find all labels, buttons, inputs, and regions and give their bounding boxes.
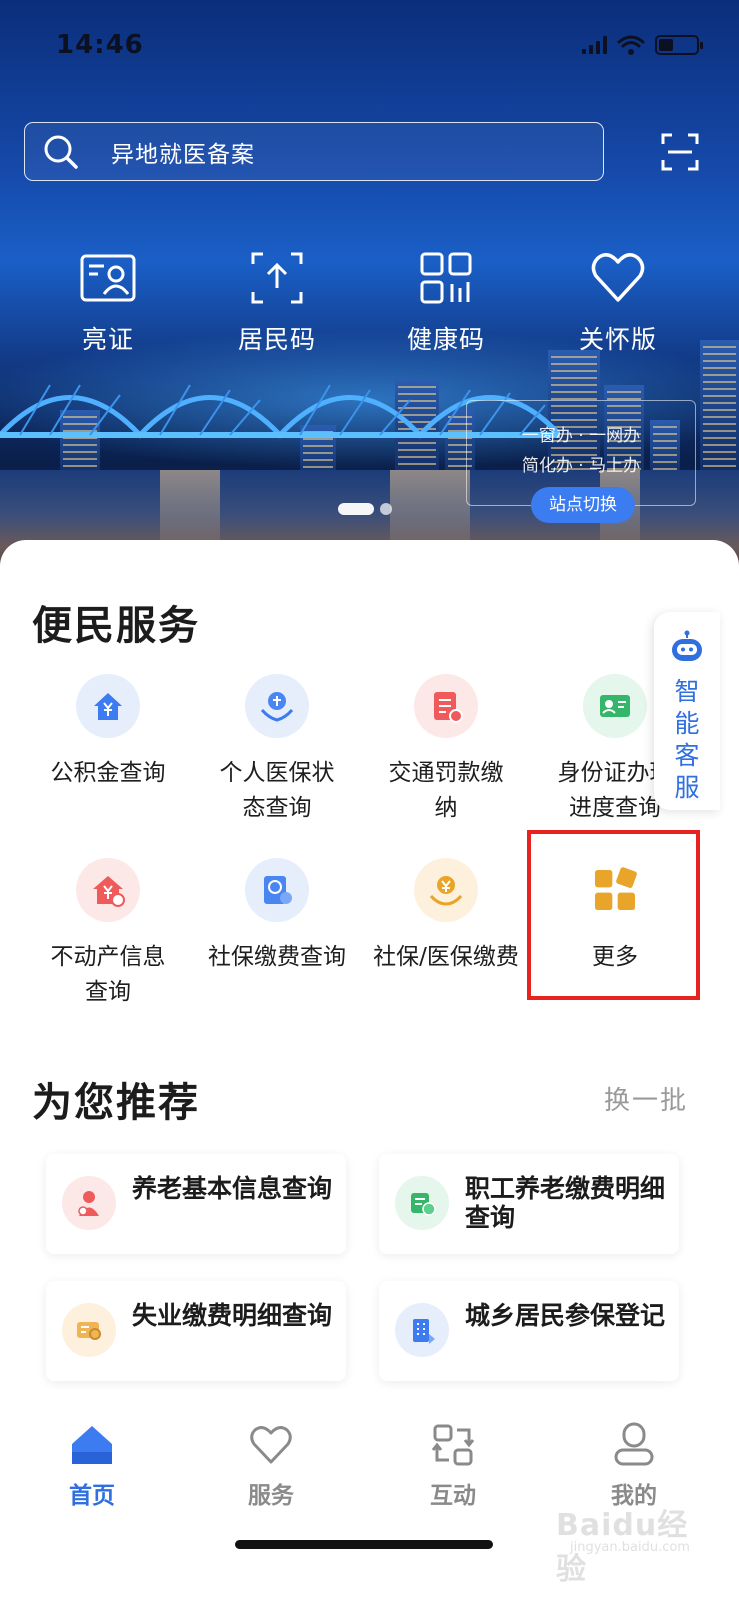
tab-service[interactable]: 服务	[201, 1422, 341, 1510]
tab-label: 首页	[69, 1483, 115, 1509]
interact-icon	[431, 1424, 475, 1466]
quick-action-health[interactable]: 健康码	[381, 248, 511, 356]
station-panel: 一窗办 · 一网办 简化办 · 马上办 站点切换	[466, 400, 696, 523]
social-security-icon	[264, 876, 292, 904]
insurance-hands-icon	[260, 692, 294, 722]
smart-assistant-button[interactable]: 智能客服	[654, 612, 720, 810]
building-icon	[413, 1319, 435, 1344]
assistant-label: 智能客服	[654, 676, 720, 804]
pension-icon	[78, 1191, 99, 1216]
highlight-box-more	[527, 830, 700, 1000]
search-placeholder: 异地就医备案	[111, 141, 255, 168]
service-icon-bg	[414, 674, 478, 738]
quick-action-label: 关怀版	[578, 325, 657, 354]
tab-home[interactable]: 首页	[22, 1422, 162, 1510]
service-item-housing-fund[interactable]: 公积金查询	[23, 674, 193, 791]
service-label: 公积金查询	[50, 760, 166, 786]
slogan-line-2: 简化办 · 马上办	[521, 456, 641, 476]
scan-icon[interactable]	[660, 132, 700, 172]
carousel-dot-active	[338, 503, 374, 515]
heart-icon	[591, 253, 645, 302]
tab-mine[interactable]: 我的	[564, 1422, 704, 1510]
service-item-property[interactable]: 不动产信息查询	[23, 858, 193, 1010]
quick-action-liangzheng[interactable]: 亮证	[43, 248, 173, 356]
slogan-line-1: 一窗办 · 一网办	[521, 426, 641, 446]
rec-icon-bg	[395, 1303, 449, 1357]
service-item-social-security-query[interactable]: 社保缴费查询	[192, 858, 362, 975]
status-icons	[582, 34, 703, 56]
service-icon-bg	[76, 674, 140, 738]
payment-hand-icon	[429, 876, 463, 906]
battery-icon	[655, 35, 703, 55]
worker-pension-icon	[411, 1193, 436, 1216]
service-icon-bg	[583, 674, 647, 738]
recommend-label: 职工养老缴费明细查询	[465, 1174, 666, 1232]
service-label: 个人医保状态查询	[219, 760, 335, 821]
service-item-insurance-payment[interactable]: 社保/医保缴费	[361, 858, 531, 975]
house-yuan-icon	[94, 693, 122, 720]
service-label: 不动产信息查询	[50, 944, 166, 1005]
recommend-label: 城乡居民参保登记	[465, 1301, 666, 1330]
quick-action-jumin[interactable]: 居民码	[212, 248, 342, 356]
assistant-label-text: 智能客服	[674, 677, 700, 802]
health-code-icon	[420, 252, 472, 304]
service-icon-bg	[245, 674, 309, 738]
service-label: 社保缴费查询	[208, 944, 346, 970]
recommend-label: 养老基本信息查询	[132, 1174, 333, 1203]
recommend-item-unemployment[interactable]: 失业缴费明细查询	[46, 1281, 346, 1381]
tab-label: 互动	[430, 1483, 476, 1509]
quick-action-label: 居民码	[237, 325, 316, 354]
robot-icon	[672, 630, 702, 661]
heart-outline-icon	[250, 1426, 292, 1464]
recommend-item-resident-insurance[interactable]: 城乡居民参保登记	[379, 1281, 679, 1381]
service-icon-bg	[76, 858, 140, 922]
home-indicator[interactable]	[235, 1540, 493, 1549]
rec-icon-bg	[395, 1176, 449, 1230]
carousel-dot	[380, 503, 392, 515]
service-icon-bg	[245, 858, 309, 922]
service-item-medical-status[interactable]: 个人医保状态查询	[192, 674, 362, 826]
search-bar[interactable]: 异地就医备案	[24, 122, 604, 181]
carousel-indicator	[338, 503, 392, 515]
id-card-progress-icon	[600, 695, 630, 717]
hero-banner: 14:46 异地就医备案 亮证 居民码 健康码 关怀版 一窗办 · 一网办 简化…	[0, 0, 739, 580]
fine-receipt-icon	[434, 692, 463, 723]
watermark-domain: jingyan.baidu.com	[570, 1540, 690, 1555]
search-icon	[44, 135, 78, 169]
rec-icon-bg	[62, 1176, 116, 1230]
tab-label: 服务	[248, 1483, 294, 1509]
tab-interact[interactable]: 互动	[383, 1422, 523, 1510]
quick-action-care[interactable]: 关怀版	[553, 248, 683, 356]
unemployment-icon	[77, 1322, 101, 1340]
recommend-item-pension-info[interactable]: 养老基本信息查询	[46, 1154, 346, 1254]
watermark: Baidu经验 jingyan.baidu.com	[556, 1500, 696, 1587]
rec-icon-bg	[62, 1303, 116, 1357]
person-icon	[614, 1422, 654, 1466]
recommend-label: 失业缴费明细查询	[132, 1301, 333, 1330]
service-item-traffic-fine[interactable]: 交通罚款缴纳	[361, 674, 531, 826]
service-label: 社保/医保缴费	[373, 944, 519, 970]
section-title-convenience: 便民服务	[32, 603, 200, 649]
upload-code-icon	[251, 252, 303, 304]
section-title-recommend: 为您推荐	[32, 1080, 200, 1126]
quick-action-label: 亮证	[81, 325, 134, 354]
quick-action-label: 健康码	[406, 325, 485, 354]
service-label: 交通罚款缴纳	[388, 760, 504, 821]
home-icon	[72, 1426, 112, 1464]
property-icon	[93, 876, 125, 907]
status-time: 14:46	[56, 30, 144, 60]
station-switch-button[interactable]: 站点切换	[531, 487, 635, 523]
wifi-icon	[617, 35, 645, 55]
id-card-icon	[80, 254, 136, 302]
recommend-item-worker-pension[interactable]: 职工养老缴费明细查询	[379, 1154, 679, 1254]
refresh-recommend-button[interactable]: 换一批	[604, 1080, 688, 1117]
signal-icon	[582, 36, 607, 54]
service-icon-bg	[414, 858, 478, 922]
